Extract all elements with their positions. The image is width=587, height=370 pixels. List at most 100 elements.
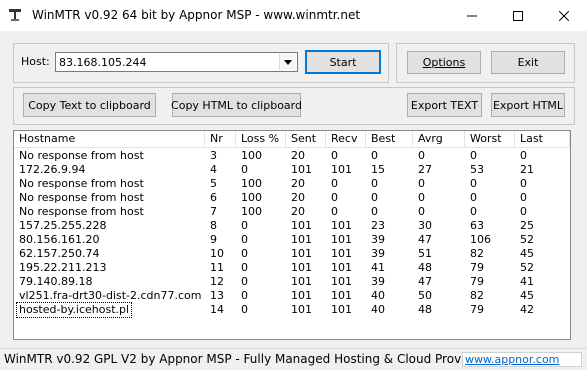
table-cell: 40 (371, 289, 385, 302)
host-label: Host: (21, 55, 50, 68)
table-cell: 47 (418, 233, 432, 246)
table-cell: 15 (371, 163, 385, 176)
table-cell: hosted-by.icehost.pl (15, 302, 133, 318)
table-cell: 0 (520, 205, 527, 218)
table-row[interactable]: 157.25.255.228 8 0 101 101 23 30 63 25 (14, 219, 570, 233)
table-cell: No response from host (19, 149, 144, 162)
maximize-button[interactable] (495, 0, 541, 31)
table-cell: 157.25.255.228 (19, 219, 107, 232)
table-cell: 0 (331, 149, 338, 162)
chevron-down-icon (284, 59, 292, 65)
window-title: WinMTR v0.92 64 bit by Appnor MSP - www.… (32, 8, 361, 22)
table-cell: 6 (210, 191, 217, 204)
table-cell: 20 (291, 177, 305, 190)
table-cell: 8 (210, 219, 217, 232)
table-cell: 0 (520, 177, 527, 190)
table-cell: 101 (331, 233, 352, 246)
table-cell: 0 (470, 177, 477, 190)
minimize-button[interactable] (449, 0, 495, 31)
table-cell: 50 (418, 289, 432, 302)
column-header[interactable]: Sent (286, 131, 326, 147)
table-cell: 101 (331, 289, 352, 302)
table-cell: 100 (241, 149, 262, 162)
table-row[interactable]: No response from host 6 100 20 0 0 0 0 0 (14, 191, 570, 205)
title-bar: WinMTR v0.92 64 bit by Appnor MSP - www.… (0, 0, 587, 31)
table-cell: 101 (291, 247, 312, 260)
export-html-button[interactable]: Export HTML (491, 93, 565, 117)
table-cell: 101 (331, 275, 352, 288)
copy-html-button[interactable]: Copy HTML to clipboard (171, 93, 302, 117)
table-row[interactable]: 62.157.250.74 10 0 101 101 39 51 82 45 (14, 247, 570, 261)
table-cell: 106 (470, 233, 491, 246)
table-cell: 11 (210, 261, 224, 274)
table-cell: 101 (291, 233, 312, 246)
column-header[interactable]: Hostname (14, 131, 205, 147)
dropdown-button[interactable] (279, 54, 296, 70)
table-row[interactable]: 80.156.161.20 9 0 101 101 39 47 106 52 (14, 233, 570, 247)
table-row[interactable]: 195.22.211.213 11 0 101 101 41 48 79 52 (14, 261, 570, 275)
table-cell: 101 (291, 303, 312, 316)
table-cell: No response from host (19, 205, 144, 218)
table-cell: 101 (331, 247, 352, 260)
column-header[interactable]: Recv (326, 131, 366, 147)
exit-label: Exit (517, 56, 539, 69)
table-row[interactable]: hosted-by.icehost.pl 14 0 101 101 40 48 79 42 (14, 302, 570, 318)
table-cell: 39 (371, 233, 385, 246)
table-cell: 0 (371, 177, 378, 190)
table-cell: 3 (210, 149, 217, 162)
copy-text-button[interactable]: Copy Text to clipboard (23, 93, 156, 117)
options-label: Options (422, 56, 466, 69)
results-table[interactable]: Hostname Nr Loss % Sent Recv Best Avrg Worst Las… (13, 130, 571, 340)
table-cell: 100 (241, 177, 262, 190)
table-cell: 7 (210, 205, 217, 218)
column-header[interactable]: Best (366, 131, 413, 147)
table-cell: 21 (520, 163, 534, 176)
table-cell: 100 (241, 205, 262, 218)
table-cell: 51 (418, 247, 432, 260)
table-row[interactable]: vl251.fra-drt30-dist-2.cdn77.com 13 0 101 10… (14, 289, 570, 303)
maximize-icon (513, 10, 523, 21)
table-cell: No response from host (19, 191, 144, 204)
host-combobox[interactable]: 83.168.105.244 (55, 52, 298, 72)
table-cell: 45 (520, 247, 534, 260)
table-cell: vl251.fra-drt30-dist-2.cdn77.com (19, 289, 202, 302)
column-header[interactable]: Avrg (413, 131, 465, 147)
table-cell: 101 (291, 163, 312, 176)
table-cell: 20 (291, 149, 305, 162)
table-cell: 0 (520, 149, 527, 162)
table-row[interactable]: 172.26.9.94 4 0 101 101 15 27 53 21 (14, 163, 570, 177)
table-cell: 101 (291, 261, 312, 274)
table-cell: 101 (331, 261, 352, 274)
column-header[interactable]: Last (515, 131, 570, 147)
table-row[interactable]: No response from host 7 100 20 0 0 0 0 0 (14, 205, 570, 219)
appnor-link[interactable]: www.appnor.com (462, 352, 582, 367)
table-cell: 0 (241, 219, 248, 232)
table-cell: 0 (371, 149, 378, 162)
table-row[interactable]: No response from host 5 100 20 0 0 0 0 0 (14, 177, 570, 191)
host-value: 83.168.105.244 (59, 56, 147, 69)
start-button[interactable]: Start (305, 50, 381, 74)
table-cell: 0 (331, 191, 338, 204)
table-cell: 0 (418, 177, 425, 190)
table-cell: 0 (241, 163, 248, 176)
close-button[interactable] (541, 0, 587, 31)
column-header[interactable]: Loss % (236, 131, 286, 147)
column-header[interactable]: Worst (465, 131, 515, 147)
table-cell: 47 (418, 275, 432, 288)
table-cell: 101 (291, 219, 312, 232)
table-cell: 41 (520, 275, 534, 288)
export-text-button[interactable]: Export TEXT (407, 93, 482, 117)
table-cell: 62.157.250.74 (19, 247, 100, 260)
table-cell: 79 (470, 303, 484, 316)
table-cell: 101 (291, 289, 312, 302)
column-header[interactable]: Nr (205, 131, 236, 147)
table-cell: 0 (241, 247, 248, 260)
table-row[interactable]: No response from host 3 100 20 0 0 0 0 0 (14, 149, 570, 163)
options-button[interactable]: Options (407, 51, 481, 74)
table-cell: 5 (210, 177, 217, 190)
exit-button[interactable]: Exit (491, 51, 565, 74)
table-cell: 195.22.211.213 (19, 261, 107, 274)
table-row[interactable]: 79.140.89.18 12 0 101 101 39 47 79 41 (14, 275, 570, 289)
table-cell: 79 (470, 275, 484, 288)
table-cell: 30 (418, 219, 432, 232)
